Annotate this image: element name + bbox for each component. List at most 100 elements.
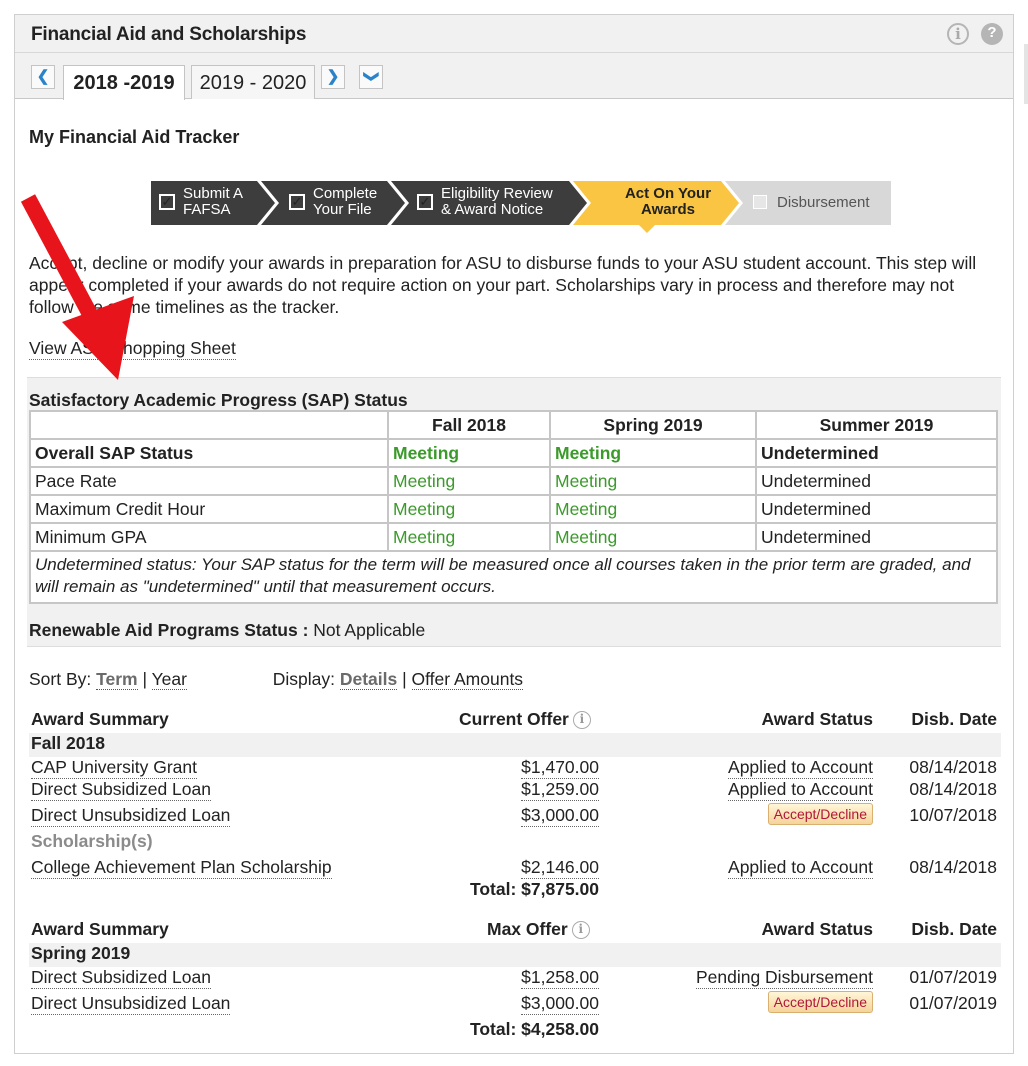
info-icon[interactable]: i: [571, 921, 590, 939]
sap-row: Maximum Credit Hour Meeting Meeting Unde…: [29, 494, 998, 524]
sap-value: Undetermined: [755, 438, 998, 468]
sap-value: Meeting: [549, 466, 757, 496]
sap-value: Meeting: [387, 494, 551, 524]
tab-2019-2020[interactable]: 2019 - 2020: [191, 65, 315, 99]
display-details-link[interactable]: Details: [339, 669, 398, 690]
sap-value: Undetermined: [755, 466, 998, 496]
award-status-header: Award Status: [761, 919, 873, 939]
info-icon[interactable]: i: [947, 23, 969, 45]
step-act-on-awards: Act On Your Awards: [624, 185, 712, 218]
award-amount: $2,146.00: [521, 857, 599, 879]
sap-corner-cell: [29, 410, 389, 440]
award-row: CAP University Grant $1,470.00 Applied t…: [29, 757, 1001, 781]
year-tabbar: ❮ 2018 -2019 2019 - 2020 ❯ ❯: [15, 53, 1013, 100]
sort-display-row: Sort By: Term | Year Display: Details | …: [29, 669, 524, 690]
award-amount: $3,000.00: [521, 993, 599, 1015]
sap-value: Meeting: [549, 494, 757, 524]
award-status: Applied to Account: [728, 757, 873, 779]
year-dropdown-button[interactable]: ❯: [359, 65, 383, 89]
sap-col-summer: Summer 2019: [755, 410, 998, 440]
sap-section: Satisfactory Academic Progress (SAP) Sta…: [27, 377, 1001, 647]
award-name[interactable]: Direct Unsubsidized Loan: [31, 993, 231, 1015]
award-name[interactable]: Direct Unsubsidized Loan: [31, 805, 231, 827]
award-row: Direct Unsubsidized Loan $3,000.00 Accep…: [29, 991, 1001, 1017]
award-total: Total: $4,258.00: [469, 1019, 599, 1039]
tracker-title: My Financial Aid Tracker: [29, 127, 240, 147]
sap-col-fall: Fall 2018: [387, 410, 551, 440]
award-name[interactable]: College Achievement Plan Scholarship: [31, 857, 332, 879]
total-row: Total: $7,875.00: [29, 879, 1001, 903]
sap-value: Undetermined: [755, 494, 998, 524]
disb-date: 08/14/2018: [909, 757, 997, 777]
sap-note: Undetermined status: Your SAP status for…: [29, 550, 998, 604]
award-header-row: Award Summary Current Offer i Award Statu…: [29, 709, 1001, 733]
sap-value: Meeting: [549, 438, 757, 468]
sap-row-label: Maximum Credit Hour: [29, 494, 389, 524]
chevron-right-icon: ❯: [326, 68, 340, 85]
max-offer-header: Max Offer i: [487, 919, 590, 940]
sort-year-link[interactable]: Year: [151, 669, 187, 690]
term-label-fall: Fall 2018: [29, 733, 1001, 757]
aid-tracker: ✓ Submit A FAFSA ✓ Complete Your File ✓ El…: [151, 181, 891, 233]
award-name[interactable]: CAP University Grant: [31, 757, 197, 779]
award-amount: $1,470.00: [521, 757, 599, 779]
renewable-value: Not Applicable: [313, 620, 426, 640]
sap-row-label: Overall SAP Status: [29, 438, 389, 468]
award-total: Total: $7,875.00: [469, 879, 599, 899]
help-icon[interactable]: ?: [981, 23, 1003, 45]
step-disbursement: Disbursement: [777, 194, 870, 211]
renewable-aid-status: Renewable Aid Programs Status : Not Appl…: [29, 620, 425, 641]
total-row: Total: $4,258.00: [29, 1019, 1001, 1043]
disb-date: 01/07/2019: [909, 993, 997, 1013]
tracker-description: Accept, decline or modify your awards in…: [29, 253, 977, 317]
display-offer-amounts-link[interactable]: Offer Amounts: [411, 669, 524, 690]
accept-decline-button[interactable]: Accept/Decline: [767, 803, 873, 825]
award-status: Applied to Account: [728, 779, 873, 801]
check-icon: ✓: [417, 194, 433, 210]
sort-term-link[interactable]: Term: [96, 669, 138, 690]
award-row: College Achievement Plan Scholarship $2,…: [29, 857, 1001, 881]
step-fafsa: Submit A FAFSA: [183, 185, 244, 218]
award-row: Direct Unsubsidized Loan $3,000.00 Accep…: [29, 803, 1001, 829]
panel-header: Financial Aid and Scholarships i ?: [15, 15, 1013, 53]
disb-date-header: Disb. Date: [911, 709, 997, 729]
sap-value: Meeting: [387, 466, 551, 496]
tab-2018-2019[interactable]: 2018 -2019: [63, 65, 185, 100]
display-label: Display:: [272, 669, 335, 689]
panel-title: Financial Aid and Scholarships: [31, 24, 307, 45]
sap-table: Fall 2018 Spring 2019 Summer 2019 Overal…: [29, 410, 998, 604]
sap-row: Pace Rate Meeting Meeting Undetermined: [29, 466, 998, 496]
award-status: Applied to Account: [728, 857, 873, 879]
sap-header-row: Fall 2018 Spring 2019 Summer 2019: [29, 410, 998, 440]
award-summary-header: Award Summary: [31, 709, 169, 729]
sap-value: Meeting: [387, 438, 551, 468]
award-amount: $3,000.00: [521, 805, 599, 827]
award-header-row: Award Summary Max Offer i Award Status Di…: [29, 919, 1001, 943]
award-row: Direct Subsidized Loan $1,258.00 Pending…: [29, 967, 1001, 991]
award-name[interactable]: Direct Subsidized Loan: [31, 967, 211, 989]
info-icon[interactable]: i: [572, 711, 591, 729]
renewable-label: Renewable Aid Programs Status :: [29, 620, 309, 640]
checkbox-empty-icon: [753, 195, 767, 209]
sap-note-row: Undetermined status: Your SAP status for…: [29, 550, 998, 604]
current-offer-header: Current Offer i: [459, 709, 591, 730]
shopping-sheet-link[interactable]: View ASU Shopping Sheet: [29, 338, 236, 360]
disb-date: 08/14/2018: [909, 779, 997, 799]
sap-value: Meeting: [387, 522, 551, 552]
step-eligibility: Eligibility Review & Award Notice: [441, 185, 553, 218]
financial-aid-panel: Financial Aid and Scholarships i ? ❮ 201…: [14, 14, 1014, 1054]
term-label-spring: Spring 2019: [29, 943, 1001, 967]
scholarships-label: Scholarship(s): [31, 831, 153, 851]
next-year-button[interactable]: ❯: [321, 65, 345, 89]
disb-date: 10/07/2018: [909, 805, 997, 825]
sap-row: Minimum GPA Meeting Meeting Undetermined: [29, 522, 998, 552]
accept-decline-button[interactable]: Accept/Decline: [767, 991, 873, 1013]
sap-value: Undetermined: [755, 522, 998, 552]
sap-row: Overall SAP Status Meeting Meeting Undet…: [29, 438, 998, 468]
chevron-left-icon: ❮: [36, 68, 50, 85]
award-status-header: Award Status: [761, 709, 873, 729]
prev-year-button[interactable]: ❮: [31, 65, 55, 89]
award-name[interactable]: Direct Subsidized Loan: [31, 779, 211, 801]
scrollbar-edge[interactable]: [1024, 44, 1028, 104]
disb-date: 01/07/2019: [909, 967, 997, 987]
